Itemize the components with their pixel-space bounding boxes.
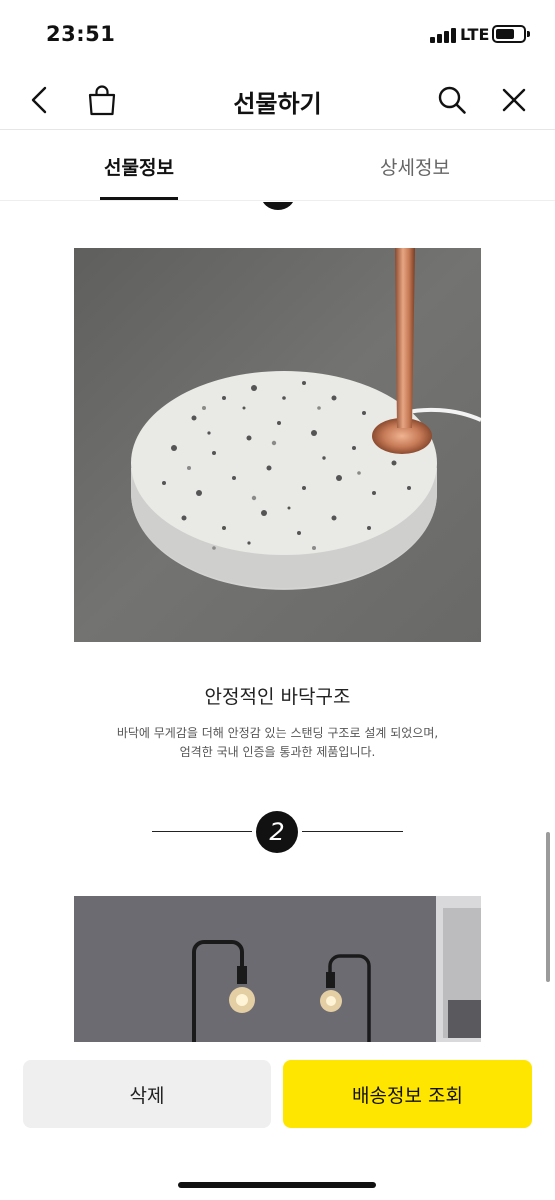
lamps-photo <box>74 896 481 1060</box>
divider-left <box>152 831 252 832</box>
feature-description: 바닥에 무게감을 더해 안정감 있는 스탠딩 구조로 설계 되었으며, 엄격한 … <box>0 724 555 762</box>
feature-description-line-1: 바닥에 무게감을 더해 안정감 있는 스탠딩 구조로 설계 되었으며, <box>116 726 439 740</box>
tab-bar: 선물정보 상세정보 <box>0 131 555 201</box>
signal-strength-icon <box>430 27 456 43</box>
tab-detail-info[interactable]: 상세정보 <box>375 153 455 180</box>
tab-gift-info[interactable]: 선물정보 <box>100 153 178 180</box>
search-button[interactable] <box>430 78 474 122</box>
gift-detail-screen: 23:51 LTE 선물하기 선물정보 상세정보 안정적인 바닥구조 바닥에 무… <box>0 0 555 1200</box>
track-delivery-button[interactable]: 배송정보 조회 <box>283 1060 532 1128</box>
active-tab-indicator <box>100 197 178 200</box>
step-number-badge: 2 <box>256 811 298 853</box>
battery-icon <box>492 25 530 43</box>
feature-title: 안정적인 바닥구조 <box>204 686 351 708</box>
scrollbar-thumb[interactable] <box>546 832 550 982</box>
delete-button[interactable]: 삭제 <box>23 1060 271 1128</box>
divider-right <box>302 831 403 832</box>
search-icon <box>438 86 466 114</box>
feature-description-line-2: 엄격한 국내 인증을 통과한 제품입니다. <box>179 745 376 759</box>
app-header: 선물하기 <box>0 70 555 130</box>
product-detail-content[interactable]: 안정적인 바닥구조 바닥에 무게감을 더해 안정감 있는 스탠딩 구조로 설계 … <box>0 202 555 1060</box>
close-button[interactable] <box>492 78 536 122</box>
network-type: LTE <box>460 25 490 44</box>
step-badge-partial <box>261 202 295 210</box>
close-icon <box>502 88 526 112</box>
lamp-base-photo <box>74 248 481 642</box>
home-indicator[interactable] <box>178 1182 376 1188</box>
status-bar: 23:51 LTE <box>0 0 555 70</box>
bottom-action-bar: 삭제 배송정보 조회 <box>0 1042 555 1200</box>
status-time: 23:51 <box>46 22 116 46</box>
